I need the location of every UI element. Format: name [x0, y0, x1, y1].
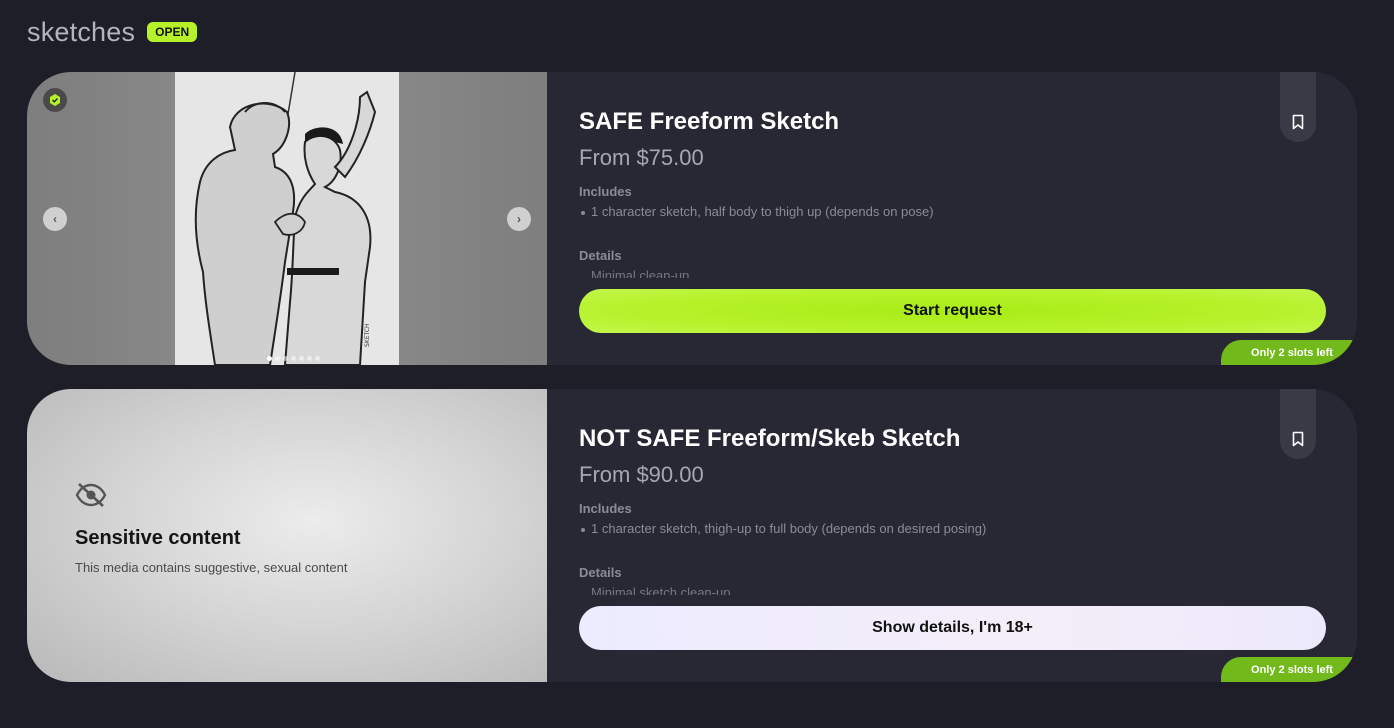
sensitive-title: Sensitive content: [75, 527, 241, 549]
details-label: Details: [579, 565, 622, 580]
bookmark-icon: [1292, 114, 1304, 130]
status-badge: OPEN: [147, 22, 198, 42]
section-header: sketches OPEN: [27, 14, 198, 50]
eye-slash-icon: [75, 483, 107, 507]
carousel-prev-button[interactable]: ‹: [43, 207, 67, 231]
includes-item: 1 character sketch, half body to thigh u…: [581, 204, 934, 219]
carousel-next-button[interactable]: ›: [507, 207, 531, 231]
details-label: Details: [579, 248, 622, 263]
includes-label: Includes: [579, 501, 632, 516]
card-price: From $75.00: [579, 145, 704, 170]
image-carousel[interactable]: SKETCH ‹ ›: [27, 72, 547, 365]
sensitive-description: This media contains suggestive, sexual c…: [75, 560, 348, 575]
signature: SKETCH: [364, 323, 371, 347]
card-title: SAFE Freeform Sketch: [579, 108, 840, 135]
carousel-dot[interactable]: [315, 356, 320, 361]
details-item: Minimal clean-up: [591, 268, 690, 278]
sketch-illustration: SKETCH: [175, 72, 399, 365]
carousel-dots: [267, 356, 320, 361]
sketch-image: SKETCH: [175, 72, 399, 365]
start-request-button[interactable]: Start request: [579, 289, 1326, 333]
chevron-right-icon: ›: [517, 212, 521, 226]
slots-left-badge: Only 2 slots left: [1221, 657, 1357, 682]
carousel-dot[interactable]: [299, 356, 304, 361]
carousel-dot[interactable]: [267, 356, 272, 361]
commission-card: SKETCH ‹ › SAFE Freeform Sketch From $75: [27, 72, 1357, 365]
card-info: NOT SAFE Freeform/Skeb Sketch From $90.0…: [579, 389, 1357, 682]
sensitive-media[interactable]: Sensitive content This media contains su…: [27, 389, 547, 682]
carousel-dot[interactable]: [291, 356, 296, 361]
card-info: SAFE Freeform Sketch From $75.00 Include…: [579, 72, 1357, 365]
shield-check-icon: [43, 88, 67, 112]
bookmark-icon: [1292, 431, 1304, 447]
bookmark-button[interactable]: [1280, 72, 1316, 142]
details-item: Minimal sketch clean-up: [591, 585, 731, 595]
slots-left-badge: Only 2 slots left: [1221, 340, 1357, 365]
show-details-button[interactable]: Show details, I'm 18+: [579, 606, 1326, 650]
card-price: From $90.00: [579, 462, 704, 487]
chevron-left-icon: ‹: [53, 212, 57, 226]
includes-label: Includes: [579, 184, 632, 199]
carousel-dot[interactable]: [275, 356, 280, 361]
carousel-dot[interactable]: [283, 356, 288, 361]
commission-card: Sensitive content This media contains su…: [27, 389, 1357, 682]
section-title: sketches: [27, 16, 136, 47]
card-title: NOT SAFE Freeform/Skeb Sketch: [579, 425, 961, 452]
bookmark-button[interactable]: [1280, 389, 1316, 459]
carousel-dot[interactable]: [307, 356, 312, 361]
includes-item: 1 character sketch, thigh-up to full bod…: [580, 521, 987, 536]
